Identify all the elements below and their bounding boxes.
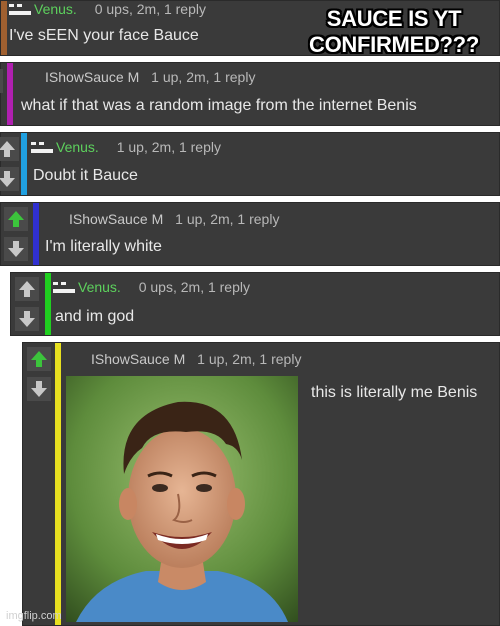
up-arrow-icon — [19, 281, 35, 297]
thread-bar — [7, 63, 13, 125]
comment-5: Venus. 0 ups, 2m, 1 reply and im god — [10, 272, 500, 336]
thread-bar — [21, 133, 27, 195]
comment-meta: Venus. 0 ups, 2m, 1 reply — [9, 1, 206, 17]
up-arrow-icon — [8, 211, 24, 227]
down-arrow-icon — [19, 311, 35, 327]
downvote-button[interactable] — [0, 167, 19, 191]
comment-author[interactable]: Venus. — [56, 139, 99, 155]
downvote-button[interactable] — [4, 237, 28, 261]
comment-text: Doubt it Bauce — [33, 167, 138, 184]
comment-3: Venus. 1 up, 2m, 1 reply Doubt it Bauce — [0, 132, 500, 196]
thread-bar — [33, 203, 39, 265]
watermark: imgflip.com — [6, 610, 62, 622]
boy-portrait-image — [66, 376, 298, 622]
mod-flag: M — [151, 211, 164, 227]
comment-stats: 1 up, 2m, 1 reply — [197, 351, 302, 367]
comment-author[interactable]: Venus. — [34, 1, 77, 17]
upvote-button[interactable] — [0, 69, 3, 93]
downvote-button[interactable] — [15, 307, 39, 331]
comment-stats: 1 up, 2m, 1 reply — [151, 69, 256, 85]
mod-flag: M — [127, 69, 140, 85]
down-arrow-icon — [0, 171, 15, 187]
comment-meta: IShowSauce M 1 up, 2m, 1 reply — [91, 351, 301, 367]
comment-meta: IShowSauce M 1 up, 2m, 1 reply — [45, 69, 255, 85]
comment-2: IShowSauce M 1 up, 2m, 1 reply what if th… — [0, 62, 500, 126]
upvote-button[interactable] — [15, 277, 39, 301]
comment-stats: 1 up, 2m, 1 reply — [175, 211, 280, 227]
mod-flag: M — [173, 351, 186, 367]
comment-meta: IShowSauce M 1 up, 2m, 1 reply — [69, 211, 279, 227]
avatar-icon — [53, 282, 75, 294]
comment-author[interactable]: IShowSauce — [91, 351, 170, 367]
upvote-button[interactable] — [0, 137, 19, 161]
comment-stats: 1 up, 2m, 1 reply — [116, 139, 221, 155]
upvote-button[interactable] — [4, 207, 28, 231]
comment-4: IShowSauce M 1 up, 2m, 1 reply I'm litera… — [0, 202, 500, 266]
comment-text: what if that was a random image from the… — [21, 97, 417, 114]
comment-meta: Venus. 0 ups, 2m, 1 reply — [53, 279, 250, 295]
comment-meta: Venus. 1 up, 2m, 1 reply — [31, 139, 221, 155]
up-arrow-icon — [31, 351, 47, 367]
comment-stats: 0 ups, 2m, 1 reply — [94, 1, 206, 17]
avatar-icon — [9, 4, 31, 16]
comment-author[interactable]: IShowSauce — [45, 69, 124, 85]
comment-text: I've sEEN your face Bauce — [9, 27, 199, 44]
thread-bar — [45, 273, 51, 335]
comment-author[interactable]: IShowSauce — [69, 211, 148, 227]
meme-caption: SAUCE IS YT CONFIRMED??? — [309, 6, 479, 57]
down-arrow-icon — [31, 381, 47, 397]
comment-text: this is literally me Benis — [311, 384, 478, 401]
comment-stats: 0 ups, 2m, 1 reply — [138, 279, 250, 295]
comment-image[interactable] — [66, 376, 298, 622]
comment-author[interactable]: Venus. — [78, 279, 121, 295]
thread-bar — [1, 1, 7, 55]
downvote-button[interactable] — [27, 377, 51, 401]
avatar-icon — [31, 142, 53, 154]
up-arrow-icon — [0, 141, 15, 157]
down-arrow-icon — [8, 241, 24, 257]
thread-bar — [55, 343, 61, 625]
comment-text: I'm literally white — [45, 238, 162, 255]
comment-text: and im god — [55, 308, 135, 325]
upvote-button[interactable] — [27, 347, 51, 371]
